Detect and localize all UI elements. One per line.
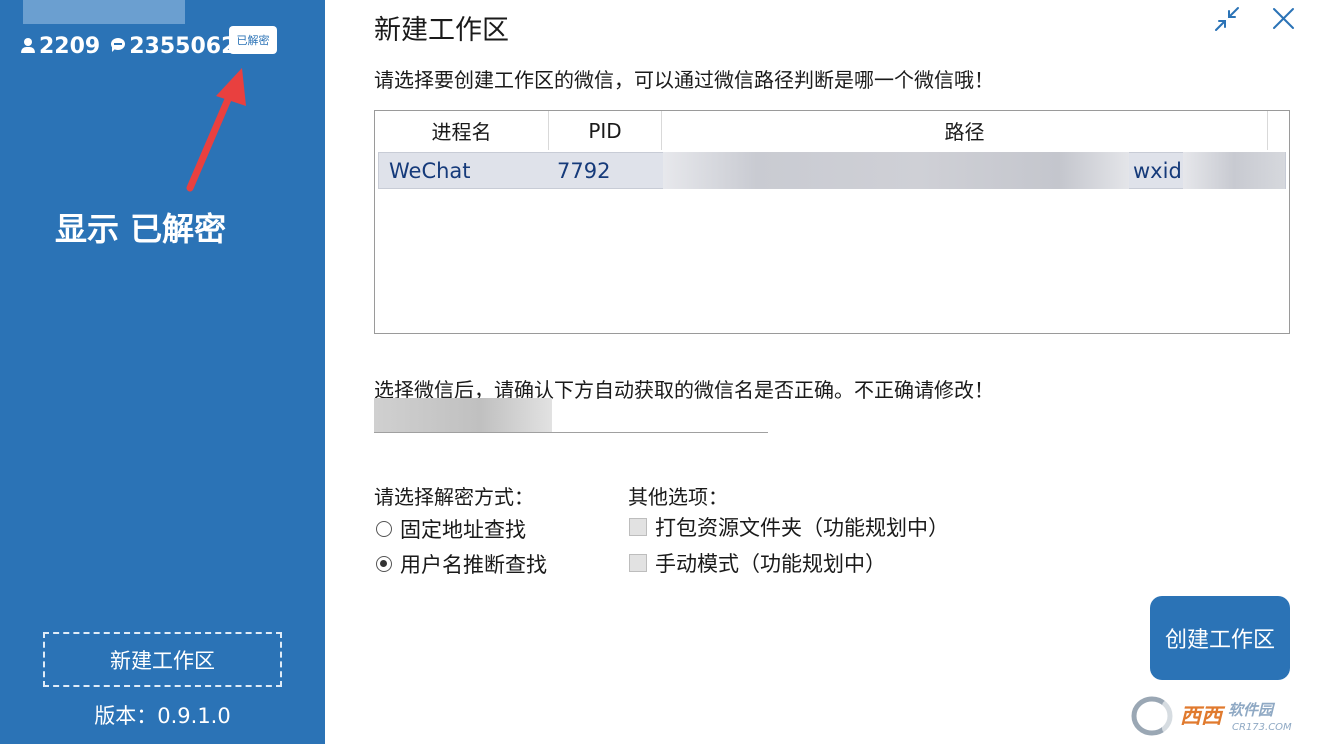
wechat-name-blurred [374, 398, 552, 432]
cell-pid: 7792 [557, 158, 611, 183]
column-header-path[interactable]: 路径 [662, 111, 1268, 150]
annotation-text: 显示 已解密 [55, 210, 227, 248]
column-header-pid[interactable]: PID [549, 111, 662, 150]
cell-path-blurred-tail [1183, 152, 1285, 189]
radio-indicator[interactable] [376, 521, 392, 537]
checkbox-label: 手动模式（功能规划中） [655, 552, 886, 576]
version-info: 版本：0.9.1.0 [0, 700, 325, 730]
decrypt-status-badge: 已解密 [229, 26, 277, 54]
user-count: 2209 [39, 33, 101, 59]
checkbox-manual-mode[interactable]: 手动模式（功能规划中） [629, 548, 886, 578]
checkbox-pack-resources[interactable]: 打包资源文件夹（功能规划中） [629, 512, 949, 542]
user-icon [20, 37, 36, 55]
checkbox-indicator[interactable] [629, 518, 647, 536]
radio-fixed-address[interactable]: 固定地址查找 [376, 514, 526, 544]
svg-text:软件园: 软件园 [1228, 701, 1276, 719]
svg-text:西西: 西西 [1180, 704, 1226, 728]
radio-label: 固定地址查找 [400, 518, 526, 542]
radio-indicator-selected[interactable] [376, 556, 392, 572]
select-wechat-instruction: 请选择要创建工作区的微信，可以通过微信路径判断是哪一个微信哦！ [374, 68, 994, 92]
radio-username-infer[interactable]: 用户名推断查找 [376, 549, 547, 579]
column-header-filler [1268, 111, 1289, 150]
checkbox-label: 打包资源文件夹（功能规划中） [655, 516, 949, 540]
cell-path-wxid: wxid [1133, 158, 1182, 183]
version-label: 版本： [94, 704, 158, 728]
site-watermark-logo: 西西 软件园 CR173.COM [1131, 696, 1312, 736]
svg-text:CR173.COM: CR173.COM [1232, 722, 1292, 733]
new-workspace-button[interactable]: 新建工作区 [43, 632, 282, 687]
column-header-process-name[interactable]: 进程名 [375, 111, 549, 150]
account-stats: 2209 2355062 [20, 30, 246, 62]
create-workspace-button[interactable]: 创建工作区 [1150, 596, 1290, 680]
blurred-account-name [23, 0, 185, 24]
chat-icon [110, 37, 126, 55]
sidebar: 2209 2355062 已解密 显示 已解密 新建工作区 版本：0.9.1.0 [0, 0, 325, 744]
wechat-name-input[interactable] [374, 398, 768, 433]
other-options-label: 其他选项： [628, 485, 728, 509]
decrypt-method-label: 请选择解密方式： [374, 485, 534, 509]
restore-icon[interactable] [1212, 4, 1242, 34]
message-count: 2355062 [129, 33, 237, 59]
close-icon[interactable] [1268, 4, 1298, 34]
version-value: 0.9.1.0 [157, 704, 231, 728]
table-header: 进程名 PID 路径 [375, 111, 1289, 150]
table-row[interactable]: WeChat 7792 wxid [378, 152, 1286, 189]
checkbox-indicator[interactable] [629, 554, 647, 572]
radio-label: 用户名推断查找 [400, 553, 547, 577]
wechat-process-table: 进程名 PID 路径 WeChat 7792 wxid [374, 110, 1290, 334]
cell-process-name: WeChat [389, 158, 471, 183]
cell-path-blurred [663, 152, 1129, 189]
annotation-arrow [186, 68, 246, 192]
page-title: 新建工作区 [374, 15, 509, 46]
